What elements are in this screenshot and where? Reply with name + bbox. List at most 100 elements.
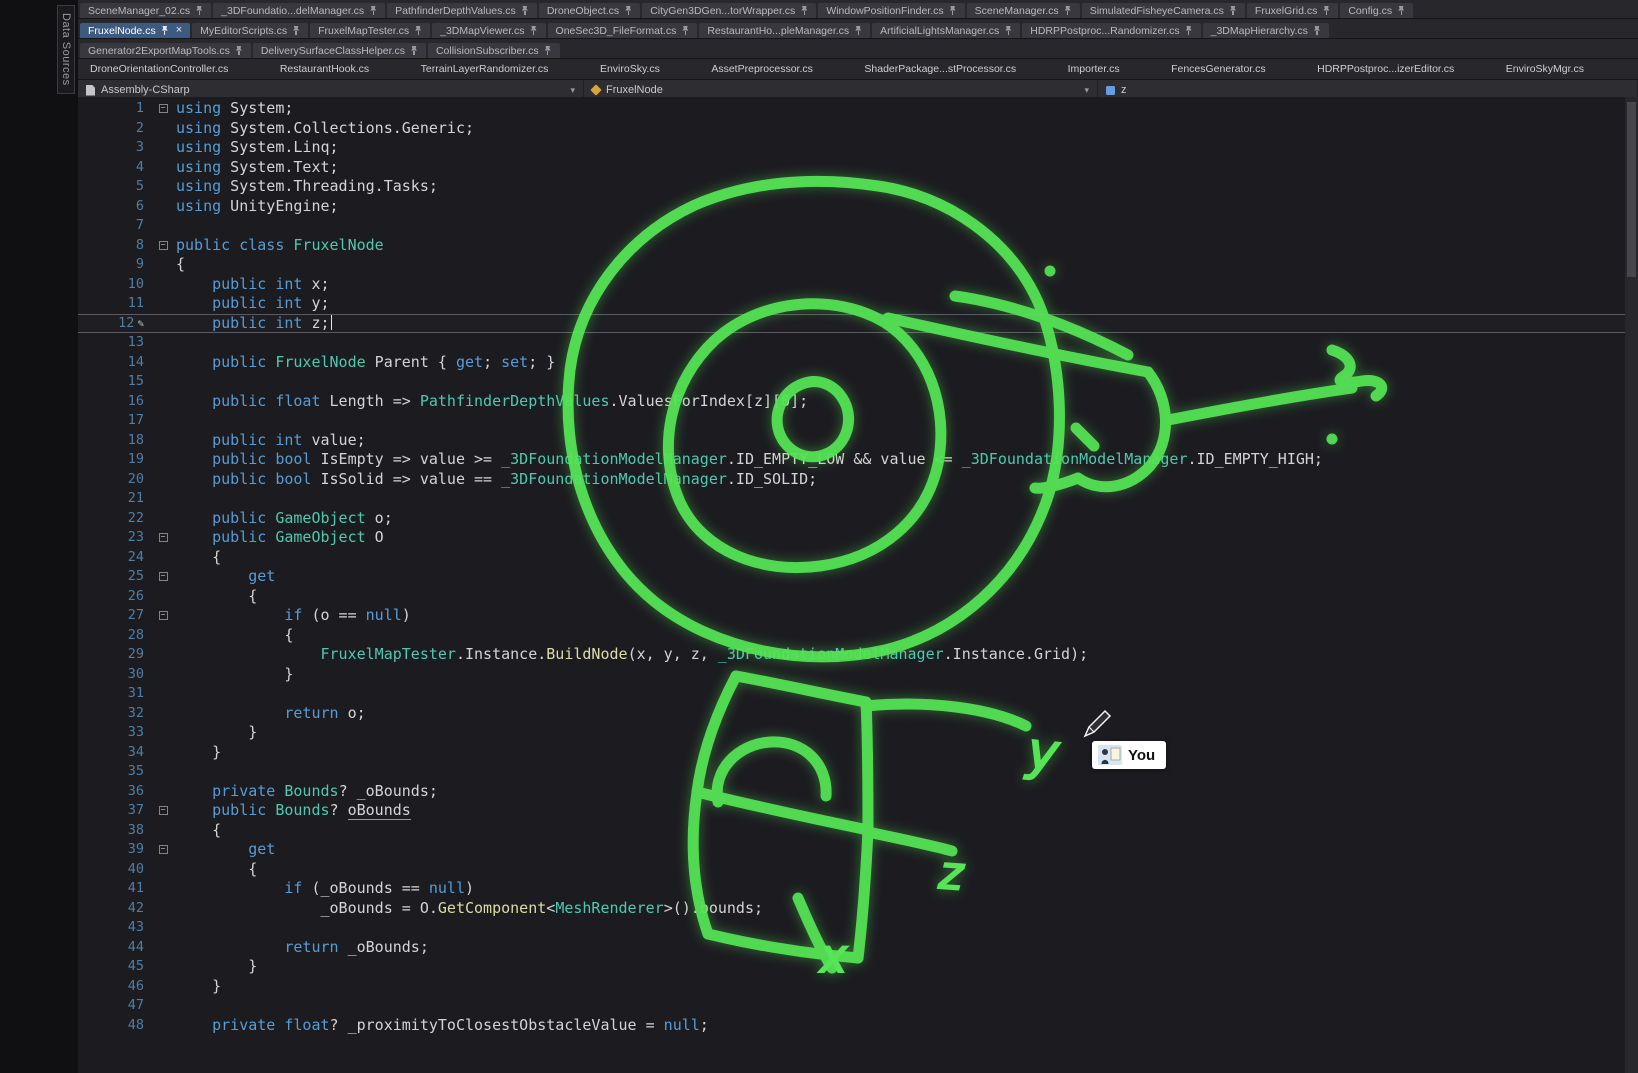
code-line-26[interactable]: 26 { — [78, 587, 1638, 607]
code-line-45[interactable]: 45 } — [78, 957, 1638, 977]
tab-SimulatedFisheyeCamera.cs[interactable]: SimulatedFisheyeCamera.cs — [1082, 3, 1245, 18]
collapse-icon[interactable] — [159, 533, 168, 542]
code-line-1[interactable]: 1using System; — [78, 99, 1638, 119]
pin-icon[interactable] — [521, 6, 529, 16]
pin-icon[interactable] — [1313, 26, 1321, 36]
tab-RestaurantHo...pleManager.cs[interactable]: RestaurantHo...pleManager.cs — [699, 23, 870, 38]
tab-HDRPPostproc...izerEditor.cs[interactable]: HDRPPostproc...izerEditor.cs — [1313, 59, 1458, 79]
pin-icon[interactable] — [1004, 26, 1012, 36]
code-line-48[interactable]: 48 private float? _proximityToClosestObs… — [78, 1016, 1638, 1036]
code-line-22[interactable]: 22 public GameObject o; — [78, 509, 1638, 529]
tab-FruxelMapTester.cs[interactable]: FruxelMapTester.cs — [310, 23, 430, 38]
code-line-15[interactable]: 15 — [78, 372, 1638, 392]
code-line-42[interactable]: 42 _oBounds = O.GetComponent<MeshRendere… — [78, 899, 1638, 919]
close-icon[interactable] — [176, 25, 182, 36]
code-line-18[interactable]: 18 public int value; — [78, 431, 1638, 451]
tab-EnviroSkyMgr.cs[interactable]: EnviroSkyMgr.cs — [1502, 59, 1588, 79]
code-line-39[interactable]: 39 get — [78, 840, 1638, 860]
code-line-4[interactable]: 4using System.Text; — [78, 158, 1638, 178]
tab-TerrainLayerRandomizer.cs[interactable]: TerrainLayerRandomizer.cs — [417, 59, 553, 79]
fold-gutter[interactable] — [150, 572, 176, 581]
code-line-47[interactable]: 47 — [78, 996, 1638, 1016]
tab-FruxelNode.cs[interactable]: FruxelNode.cs — [80, 23, 190, 38]
pin-icon[interactable] — [1229, 6, 1237, 16]
code-line-12[interactable]: 12 public int z; — [78, 314, 1638, 334]
tab-CityGen3DGen...torWrapper.cs[interactable]: CityGen3DGen...torWrapper.cs — [642, 3, 816, 18]
tab-SceneManager_02.cs[interactable]: SceneManager_02.cs — [80, 3, 211, 18]
code-line-5[interactable]: 5using System.Threading.Tasks; — [78, 177, 1638, 197]
tab-FruxelGrid.cs[interactable]: FruxelGrid.cs — [1247, 3, 1338, 18]
pin-icon[interactable] — [1322, 6, 1330, 16]
collapse-icon[interactable] — [159, 611, 168, 620]
tab-Importer.cs[interactable]: Importer.cs — [1064, 59, 1124, 79]
code-line-32[interactable]: 32 return o; — [78, 704, 1638, 724]
tab-_3DMapHierarchy.cs[interactable]: _3DMapHierarchy.cs — [1203, 23, 1329, 38]
code-line-8[interactable]: 8public class FruxelNode — [78, 236, 1638, 256]
pin-icon[interactable] — [161, 26, 169, 36]
pin-icon[interactable] — [681, 26, 689, 36]
tab-Config.cs[interactable]: Config.cs — [1340, 3, 1413, 18]
tab-_3DMapViewer.cs[interactable]: _3DMapViewer.cs — [432, 23, 545, 38]
code-line-19[interactable]: 19 public bool IsEmpty => value >= _3DFo… — [78, 450, 1638, 470]
code-line-13[interactable]: 13 — [78, 333, 1638, 353]
fold-gutter[interactable] — [150, 845, 176, 854]
code-line-29[interactable]: 29 FruxelMapTester.Instance.BuildNode(x,… — [78, 645, 1638, 665]
tab-DroneOrientationController.cs[interactable]: DroneOrientationController.cs — [86, 59, 232, 79]
code-line-36[interactable]: 36 private Bounds? _oBounds; — [78, 782, 1638, 802]
code-line-25[interactable]: 25 get — [78, 567, 1638, 587]
code-line-21[interactable]: 21 — [78, 489, 1638, 509]
pin-icon[interactable] — [800, 6, 808, 16]
pin-icon[interactable] — [410, 46, 418, 56]
collapse-icon[interactable] — [159, 104, 168, 113]
tab-PathfinderDepthValues.cs[interactable]: PathfinderDepthValues.cs — [387, 3, 537, 18]
code-line-10[interactable]: 10 public int x; — [78, 275, 1638, 295]
code-line-40[interactable]: 40 { — [78, 860, 1638, 880]
tab-AssetPreprocessor.cs[interactable]: AssetPreprocessor.cs — [707, 59, 817, 79]
code-line-7[interactable]: 7 — [78, 216, 1638, 236]
collapse-icon[interactable] — [159, 845, 168, 854]
code-line-34[interactable]: 34 } — [78, 743, 1638, 763]
pin-icon[interactable] — [854, 26, 862, 36]
fold-gutter[interactable] — [150, 533, 176, 542]
code-line-2[interactable]: 2using System.Collections.Generic; — [78, 119, 1638, 139]
tab-FencesGenerator.cs[interactable]: FencesGenerator.cs — [1167, 59, 1270, 79]
code-line-35[interactable]: 35 — [78, 762, 1638, 782]
pin-icon[interactable] — [1397, 6, 1405, 16]
pin-icon[interactable] — [195, 6, 203, 16]
code-line-30[interactable]: 30 } — [78, 665, 1638, 685]
tab-RestaurantHook.cs[interactable]: RestaurantHook.cs — [276, 59, 373, 79]
pin-icon[interactable] — [544, 46, 552, 56]
code-line-17[interactable]: 17 — [78, 411, 1638, 431]
data-sources-tab[interactable]: Data Sources — [57, 5, 75, 94]
collapse-icon[interactable] — [159, 241, 168, 250]
pin-icon[interactable] — [369, 6, 377, 16]
code-line-11[interactable]: 11 public int y; — [78, 294, 1638, 314]
pin-icon[interactable] — [530, 26, 538, 36]
pin-icon[interactable] — [1064, 6, 1072, 16]
tab-_3DFoundatio...delManager.cs[interactable]: _3DFoundatio...delManager.cs — [213, 3, 385, 18]
code-line-14[interactable]: 14 public FruxelNode Parent { get; set; … — [78, 353, 1638, 373]
tab-SceneManager.cs[interactable]: SceneManager.cs — [967, 3, 1080, 18]
pin-icon[interactable] — [292, 26, 300, 36]
tab-OneSec3D_FileFormat.cs[interactable]: OneSec3D_FileFormat.cs — [548, 23, 698, 38]
code-line-28[interactable]: 28 { — [78, 626, 1638, 646]
fold-gutter[interactable] — [150, 611, 176, 620]
code-line-6[interactable]: 6using UnityEngine; — [78, 197, 1638, 217]
tab-ArtificialLightsManager.cs[interactable]: ArtificialLightsManager.cs — [872, 23, 1020, 38]
tab-CollisionSubscriber.cs[interactable]: CollisionSubscriber.cs — [428, 43, 560, 58]
code-line-37[interactable]: 37 public Bounds? oBounds — [78, 801, 1638, 821]
code-line-23[interactable]: 23 public GameObject O — [78, 528, 1638, 548]
fold-gutter[interactable] — [150, 806, 176, 815]
scrollbar-thumb[interactable] — [1627, 102, 1636, 277]
code-line-9[interactable]: 9{ — [78, 255, 1638, 275]
code-line-44[interactable]: 44 return _oBounds; — [78, 938, 1638, 958]
code-line-46[interactable]: 46 } — [78, 977, 1638, 997]
code-line-27[interactable]: 27 if (o == null) — [78, 606, 1638, 626]
pin-icon[interactable] — [624, 6, 632, 16]
tab-DroneObject.cs[interactable]: DroneObject.cs — [539, 3, 640, 18]
tab-WindowPositionFinder.cs[interactable]: WindowPositionFinder.cs — [818, 3, 964, 18]
tab-DeliverySurfaceClassHelper.cs[interactable]: DeliverySurfaceClassHelper.cs — [253, 43, 426, 58]
code-line-33[interactable]: 33 } — [78, 723, 1638, 743]
code-line-3[interactable]: 3using System.Linq; — [78, 138, 1638, 158]
fold-gutter[interactable] — [150, 241, 176, 250]
